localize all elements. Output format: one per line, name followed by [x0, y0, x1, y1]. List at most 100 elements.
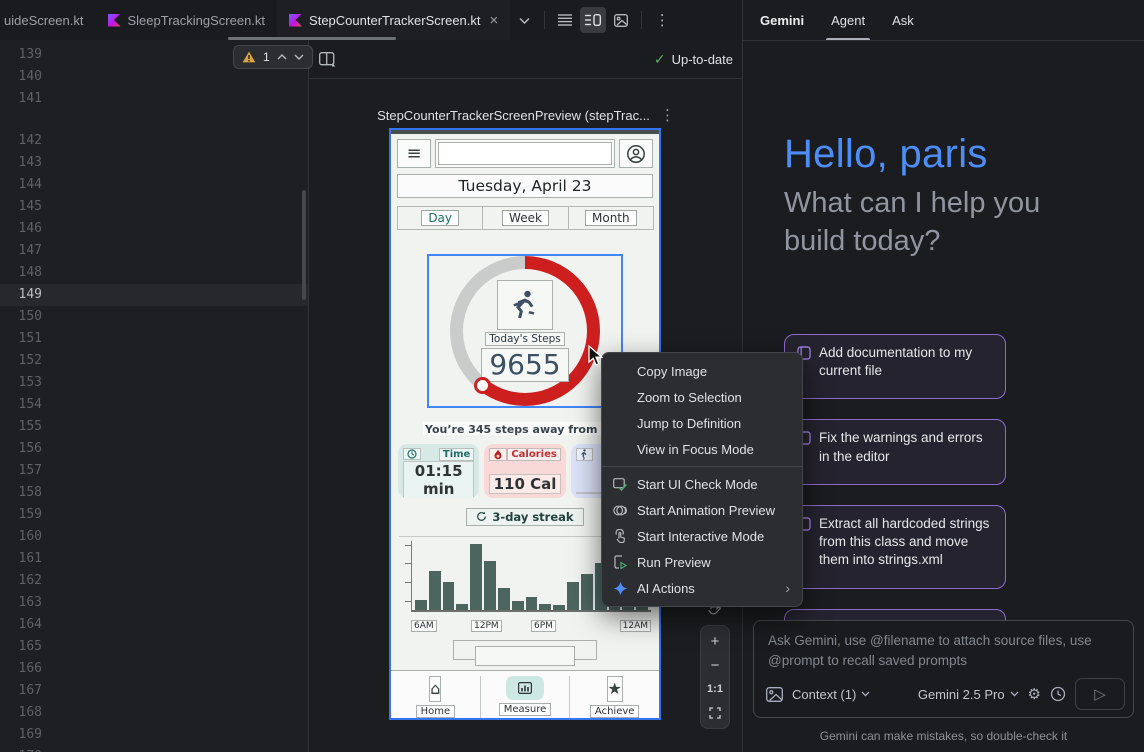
tab-guidescreen[interactable]: uideScreen.kt — [0, 0, 96, 40]
editor-scrollbar[interactable] — [302, 190, 306, 300]
code-line: 143 private fun StepProgressSecti — [0, 152, 308, 174]
code-text: id = R.st — [59, 592, 308, 614]
code-line: 170 ) — [0, 746, 308, 752]
code-text: stepTracker: StepTracker, — [59, 174, 308, 196]
code-text: } — [59, 482, 308, 504]
zoom-actual-size-button[interactable]: 1:1 — [701, 677, 729, 701]
gemini-panel-title: Gemini — [760, 13, 804, 28]
tab-agent[interactable]: Agent — [831, 0, 865, 40]
device-status-bar — [391, 130, 659, 134]
line-number: 142 — [0, 130, 59, 152]
attach-image-icon[interactable] — [766, 687, 783, 702]
chart-bar — [443, 582, 455, 610]
context-selector[interactable]: Context (1) — [792, 687, 870, 702]
menu-item-copy-image[interactable]: Copy Image — [602, 358, 802, 384]
code-line: 161 modifier = Mo — [0, 548, 308, 570]
x-tick: 6AM — [411, 620, 437, 632]
ai-sparkle-icon — [612, 581, 628, 596]
line-number: 157 — [0, 460, 59, 482]
line-number: 143 — [0, 152, 59, 174]
line-number: 156 — [0, 438, 59, 460]
editor-layout-icon[interactable] — [319, 52, 336, 67]
settings-gear-icon[interactable]: ⚙ — [1028, 687, 1041, 702]
tab-day: Day — [397, 206, 483, 230]
suggestion-add-documentation[interactable]: Add documentation to my current file — [784, 334, 1006, 399]
chart-bar — [567, 582, 579, 610]
chart-y-axis — [399, 541, 412, 612]
code-line: 146 ) { — [0, 218, 308, 240]
line-number: 165 — [0, 636, 59, 658]
greeting-subtitle: What can I help you build today? — [784, 185, 1104, 260]
zoom-in-button[interactable]: + — [701, 629, 729, 653]
split-view-icon[interactable] — [580, 7, 606, 33]
x-tick: 12AM — [620, 620, 651, 632]
tab-ask[interactable]: Ask — [892, 0, 914, 40]
code-line: 148 — [0, 262, 308, 284]
close-tab-icon[interactable]: × — [490, 13, 499, 28]
chart-bar — [456, 604, 468, 610]
send-button[interactable]: ▷ — [1075, 678, 1125, 710]
tab-stepcountertrackerscreen[interactable]: StepCounterTrackerScreen.kt × — [277, 0, 510, 40]
history-clock-icon[interactable] — [1050, 686, 1066, 702]
menu-item-start-ui-check-mode[interactable]: Start UI Check Mode — [602, 471, 802, 497]
gemini-header: Gemini Agent Ask — [743, 0, 1144, 41]
flame-icon — [489, 448, 507, 461]
tab-list-chevron-down-icon[interactable] — [511, 7, 537, 33]
code-text: Column( — [59, 284, 308, 306]
code-line: 162 text = string — [0, 570, 308, 592]
preview-options-kebab-icon[interactable]: ⋮ — [660, 106, 675, 124]
chart-bar — [498, 588, 510, 610]
selected-component-box: Today's Steps 9655 — [427, 254, 623, 408]
chevron-down-icon — [861, 691, 870, 697]
suggestion-fix-warnings[interactable]: Fix the warnings and errors in the edito… — [784, 419, 1006, 484]
menu-item-run-preview[interactable]: Run Preview — [602, 549, 802, 575]
line-number: 146 — [0, 218, 59, 240]
menu-item-start-interactive-mode[interactable]: Start Interactive Mode — [602, 523, 802, 549]
code-editor[interactable]: 139 * @param stepTracker 140 * @param mo… — [0, 40, 308, 752]
zoom-out-button[interactable]: − — [701, 653, 729, 677]
line-number: 145 — [0, 196, 59, 218]
next-issue-chevron-down-icon[interactable] — [294, 54, 304, 60]
design-view-icon[interactable] — [608, 7, 634, 33]
inspection-widget[interactable]: 1 — [233, 45, 313, 69]
previous-issue-chevron-up-icon[interactable] — [277, 54, 287, 60]
line-number: 154 — [0, 394, 59, 416]
code-line: 141 */ — [0, 88, 308, 110]
tab-sleeptrackingscreen[interactable]: SleepTrackingScreen.kt — [96, 0, 278, 40]
line-number: 159 — [0, 504, 59, 526]
nav-achieve: ★ Achieve — [569, 676, 659, 718]
model-selector[interactable]: Gemini 2.5 Pro — [918, 687, 1019, 702]
code-text: ) — [59, 724, 308, 746]
line-number: 149 — [0, 284, 59, 306]
line-number: 164 — [0, 614, 59, 636]
menu-item-zoom-to-selection[interactable]: Zoom to Selection — [602, 384, 802, 410]
code-view-icon[interactable] — [552, 7, 578, 33]
kotlin-file-icon — [108, 14, 121, 27]
preview-title-row: StepCounterTrackerScreenPreview (stepTra… — [309, 106, 743, 124]
code-line: 150 modifier = modifier, — [0, 306, 308, 328]
chart-bar — [539, 604, 551, 610]
streak-label: 3-day streak — [492, 510, 573, 524]
suggestion-extract-strings[interactable]: Extract all hardcoded strings from this … — [784, 505, 1006, 589]
code-line: 158 } — [0, 482, 308, 504]
search-field — [435, 139, 615, 168]
measure-chart-icon — [506, 676, 544, 700]
more-options-kebab-icon[interactable]: ⋮ — [649, 7, 675, 33]
bottom-navigation: ⌂ Home Measure ★ Achieve — [391, 670, 659, 718]
gemini-prompt-box[interactable]: Ask Gemini, use @filename to attach sour… — [753, 620, 1134, 718]
prompt-placeholder: Ask Gemini, use @filename to attach sour… — [754, 621, 1116, 680]
code-text: formatArg — [59, 614, 308, 636]
preview-title: StepCounterTrackerScreenPreview (stepTra… — [377, 108, 650, 123]
line-number: 163 — [0, 592, 59, 614]
card-label: Time — [439, 448, 474, 461]
menu-item-view-in-focus-mode[interactable]: View in Focus Mode — [602, 436, 802, 462]
preview-toolbar: ✓ Up-to-date — [309, 40, 743, 79]
menu-item-start-animation-preview[interactable]: Start Animation Preview — [602, 497, 802, 523]
menu-separator — [602, 466, 802, 467]
menu-item-jump-to-definition[interactable]: Jump to Definition — [602, 410, 802, 436]
running-person-icon — [497, 280, 553, 330]
menu-item-ai-actions[interactable]: AI Actions › — [602, 575, 802, 601]
code-line: 140 * @param modifier Modifier t — [0, 66, 308, 88]
zoom-to-fit-icon[interactable] — [701, 701, 729, 725]
run-preview-icon — [612, 555, 628, 569]
